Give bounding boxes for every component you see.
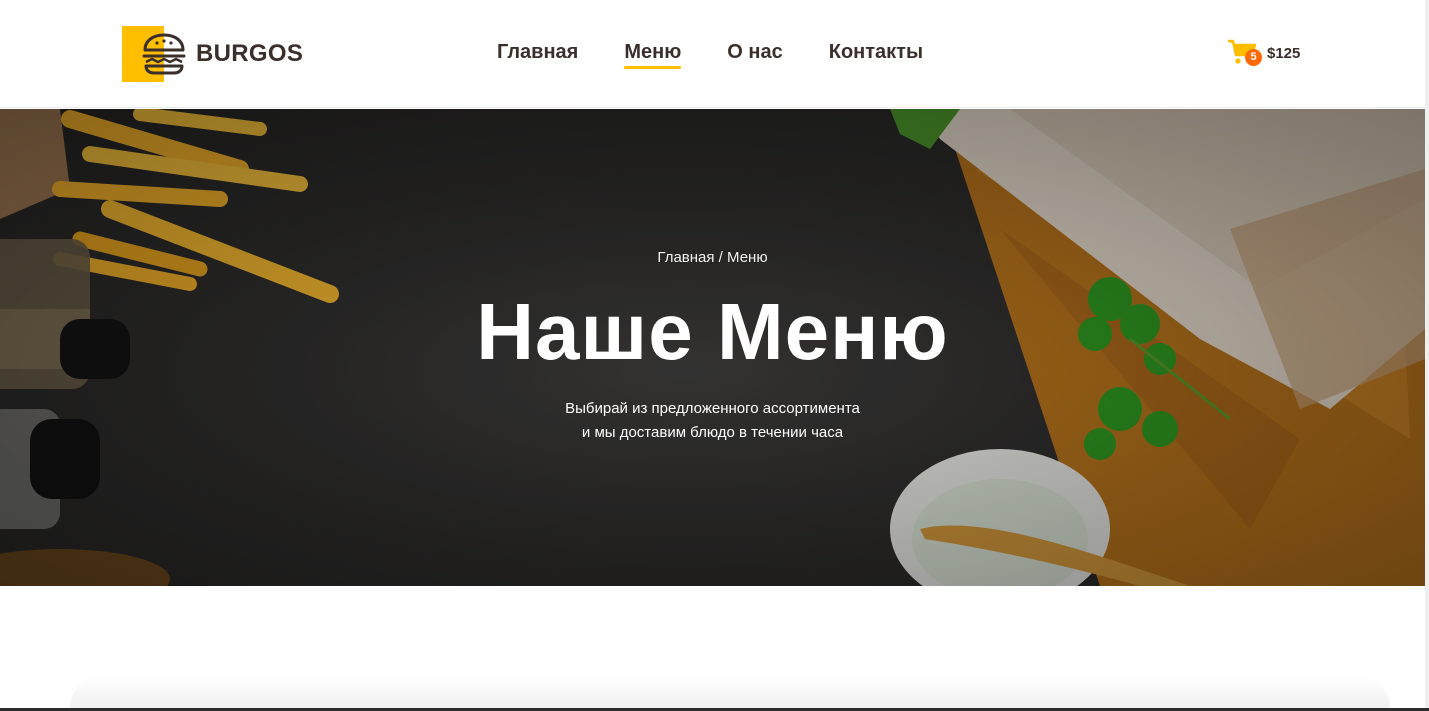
cart-total: $125 <box>1267 44 1301 62</box>
page: BURGOS Главная Меню О нас Контакты 5 $12… <box>0 0 1425 711</box>
main-nav: Главная Меню О нас Контакты <box>497 38 923 69</box>
site-header: BURGOS Главная Меню О нас Контакты 5 $12… <box>0 0 1425 108</box>
cart-icon-wrap: 5 <box>1227 38 1262 68</box>
nav-link-about[interactable]: О нас <box>727 38 782 66</box>
brand-logo-link[interactable]: BURGOS <box>122 26 303 82</box>
cart-button[interactable]: 5 $125 <box>1227 38 1300 68</box>
breadcrumb-current: Меню <box>727 249 768 266</box>
hero-subtitle-line-2: и мы доставим блюдо в течении часа <box>581 424 844 441</box>
hero-subtitle-line-1: Выбирай из предложенного ассортимента <box>565 400 860 417</box>
breadcrumb: Главная / Меню <box>0 249 1425 266</box>
brand-name: BURGOS <box>196 40 304 67</box>
breadcrumb-home-link[interactable]: Главная <box>657 249 714 266</box>
hero-subtitle: Выбирай из предложенного ассортимента и … <box>0 397 1425 445</box>
nav-link-contacts[interactable]: Контакты <box>829 38 923 66</box>
content-card-shadow <box>70 676 1390 708</box>
cart-count-badge: 5 <box>1245 49 1262 66</box>
page-title: Наше Меню <box>476 287 949 376</box>
hero-banner: Главная / Меню Наше Меню Выбирай из пред… <box>0 109 1425 586</box>
nav-link-home[interactable]: Главная <box>497 38 578 66</box>
burger-icon <box>122 26 186 82</box>
nav-link-menu[interactable]: Меню <box>624 38 681 69</box>
window-edge-right <box>1425 0 1429 711</box>
breadcrumb-separator: / <box>714 249 728 266</box>
hero-content: Главная / Меню Наше Меню Выбирай из пред… <box>0 109 1425 586</box>
